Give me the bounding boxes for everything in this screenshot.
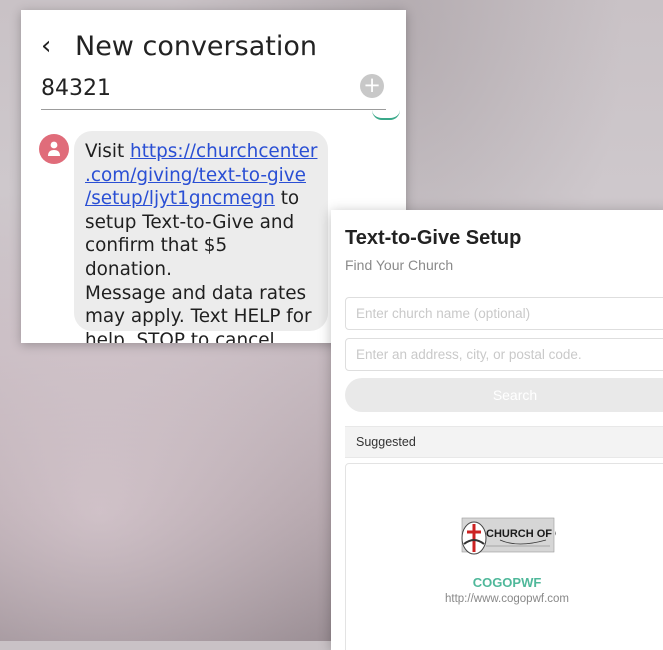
suggested-header: Suggested <box>345 426 663 458</box>
ttg-title: Text-to-Give Setup <box>345 227 522 249</box>
avatar <box>39 134 69 164</box>
person-icon <box>48 141 60 156</box>
page-title: New conversation <box>75 30 317 62</box>
message-bubble: Visit https://churchcenter .com/giving/t… <box>74 131 328 343</box>
message-prefix: Visit <box>85 141 131 162</box>
recipient-field[interactable]: 84321 + <box>41 74 386 110</box>
compose-indicator <box>372 110 400 120</box>
chevron-left-icon[interactable]: ‹ <box>41 33 69 59</box>
church-card[interactable]: CHURCH OF GOD COGOPWF http://www.cogopwf… <box>345 463 663 650</box>
address-input[interactable] <box>345 338 663 371</box>
plus-icon[interactable]: + <box>360 74 384 98</box>
recipient-number: 84321 <box>41 76 111 101</box>
message-text: Visit https://churchcenter .com/giving/t… <box>85 140 318 343</box>
message-suffix: to setup Text-to-Give and confirm that $… <box>85 188 312 343</box>
suggested-label: Suggested <box>356 435 416 449</box>
sms-header: ‹ New conversation <box>41 26 317 66</box>
church-name-input[interactable] <box>345 297 663 330</box>
church-logo: CHURCH OF GOD <box>461 517 556 555</box>
church-logo-text: CHURCH OF GOD <box>486 528 556 540</box>
church-url[interactable]: http://www.cogopwf.com <box>346 593 663 605</box>
text-to-give-panel: Text-to-Give Setup Find Your Church Sear… <box>331 210 663 650</box>
church-name: COGOPWF <box>472 575 542 590</box>
ttg-subtitle: Find Your Church <box>345 257 454 273</box>
search-button[interactable]: Search <box>345 378 663 412</box>
